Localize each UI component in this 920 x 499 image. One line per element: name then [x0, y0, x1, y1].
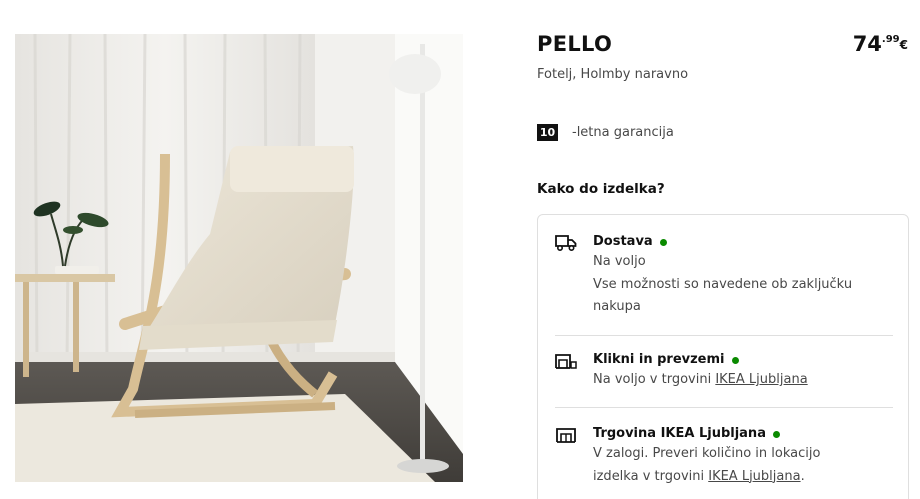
product-info: PELLO Fotelj, Holmby naravno 74 .99 € 10…: [537, 0, 920, 499]
sentence-period: .: [800, 468, 805, 484]
divider: [555, 407, 893, 408]
option-delivery-note-cont: nakupa: [593, 299, 641, 314]
option-click-collect-title: Klikni in prevzemi: [593, 352, 725, 367]
option-store-stock: V zalogi. Preveri količino in lokacijo: [593, 446, 821, 461]
option-delivery-status: Na voljo: [593, 254, 646, 269]
price-integer: 74: [852, 32, 882, 56]
product-description: Fotelj, Holmby naravno: [537, 67, 689, 82]
price-currency: €: [899, 38, 908, 52]
option-delivery-title: Dostava: [593, 234, 653, 249]
status-dot: [731, 356, 739, 364]
availability-heading: Kako do izdelka?: [537, 181, 665, 197]
store-link[interactable]: IKEA Ljubljana: [715, 372, 807, 387]
availability-options: Dostava Na voljo Vse možnosti so naveden…: [537, 214, 909, 499]
warranty-text: -letna garancija: [572, 125, 674, 140]
divider: [555, 335, 893, 336]
option-delivery-note: Vse možnosti so navedene ob zaključku: [593, 276, 853, 292]
option-store-title: Trgovina IKEA Ljubljana: [593, 426, 766, 441]
store-link[interactable]: IKEA Ljubljana: [708, 469, 800, 484]
truck-icon: [555, 234, 577, 252]
product-price: 74 .99 €: [853, 32, 908, 56]
option-click-collect[interactable]: Klikni in prevzemi Na voljo v trgovini I…: [555, 351, 893, 401]
option-delivery[interactable]: Dostava Na voljo Vse možnosti so naveden…: [555, 233, 893, 333]
price-decimal: .99: [881, 34, 900, 45]
status-dot: [772, 430, 780, 438]
warranty[interactable]: 10 -letna garancija: [537, 124, 674, 141]
product-image[interactable]: [15, 34, 463, 482]
option-store[interactable]: Trgovina IKEA Ljubljana V zalogi. Prever…: [555, 425, 893, 499]
option-click-collect-status: Na voljo v trgovini: [593, 372, 716, 387]
store-icon: [555, 426, 577, 444]
armchair-photo: [15, 34, 463, 482]
warranty-badge: 10: [537, 124, 558, 141]
status-dot: [659, 238, 667, 246]
option-store-location: izdelka v trgovini: [593, 468, 709, 484]
click-collect-icon: [555, 352, 577, 370]
product-name: PELLO: [537, 32, 613, 56]
